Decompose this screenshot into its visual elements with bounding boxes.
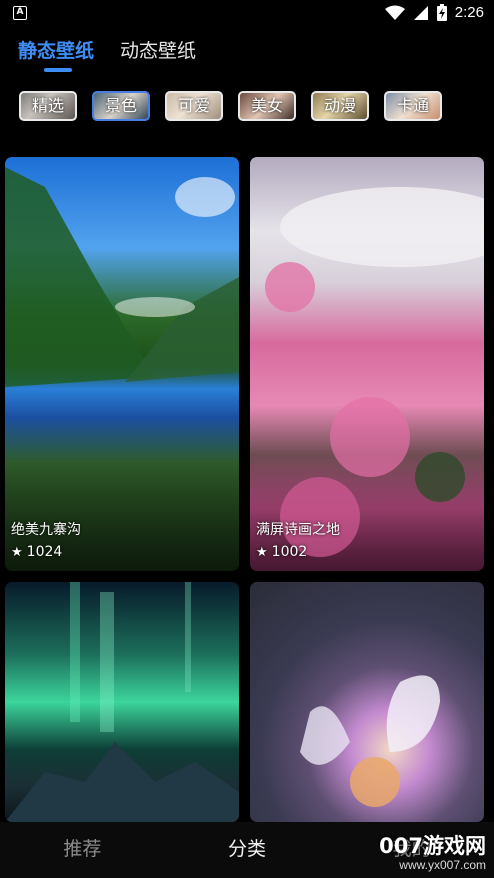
category-chip-beauty[interactable]: 美女 [238, 91, 296, 121]
watermark-brand: 007游戏网 [379, 834, 486, 858]
clock: 2:26 [454, 4, 484, 21]
status-icons: 2:26 [384, 4, 484, 21]
wallpaper-thumbnail [265, 187, 484, 557]
site-watermark: 007游戏网 www.yx007.com [379, 830, 486, 872]
signal-icon [413, 5, 428, 20]
category-chip-anime[interactable]: 动漫 [311, 91, 369, 121]
tab-live-wallpaper[interactable]: 动态壁纸 [120, 36, 196, 63]
wallpaper-title: 满屏诗画之地 [256, 522, 340, 538]
wallpaper-rating: ★ 1002 [256, 544, 307, 560]
wifi-icon [384, 5, 405, 20]
category-chip-cartoon[interactable]: 卡通 [384, 91, 442, 121]
active-tab-indicator [44, 68, 72, 72]
battery-charging-icon [436, 4, 447, 21]
status-bar: A 2:26 [0, 0, 494, 28]
star-count: 1024 [26, 544, 63, 560]
wallpaper-card[interactable] [5, 582, 239, 822]
wallpaper-rating: ★ 1024 [11, 544, 62, 560]
star-count: 1002 [271, 544, 308, 560]
nav-category[interactable]: 分类 [165, 822, 330, 878]
app-notification-icon: A [13, 6, 27, 20]
star-icon: ★ [256, 544, 268, 560]
nav-recommend[interactable]: 推荐 [0, 822, 165, 878]
category-chip-cute[interactable]: 可爱 [165, 91, 223, 121]
wallpaper-title: 绝美九寨沟 [11, 522, 81, 538]
category-chip-featured[interactable]: 精选 [19, 91, 77, 121]
star-icon: ★ [11, 544, 23, 560]
wallpaper-card[interactable] [250, 582, 484, 822]
wallpaper-thumbnail [300, 675, 440, 807]
wallpaper-type-tabs: 静态壁纸 动态壁纸 [18, 36, 196, 63]
wallpaper-card[interactable]: 绝美九寨沟 ★ 1024 [5, 157, 239, 571]
wallpaper-thumbnail [5, 167, 239, 387]
watermark-url: www.yx007.com [399, 858, 486, 872]
category-chip-scenery[interactable]: 景色 [92, 91, 150, 121]
tab-static-wallpaper[interactable]: 静态壁纸 [18, 36, 94, 63]
wallpaper-card[interactable]: 满屏诗画之地 ★ 1002 [250, 157, 484, 571]
category-chips: 精选 景色 可爱 美女 动漫 卡通 [19, 91, 442, 121]
wallpaper-thumbnail [5, 582, 239, 822]
